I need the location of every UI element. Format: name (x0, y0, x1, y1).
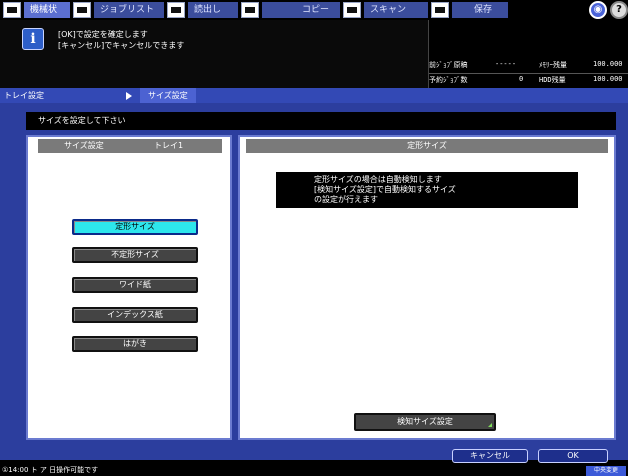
info-icon: i (22, 28, 44, 50)
tab-label: 読出し (188, 2, 238, 18)
standard-size-button[interactable]: 定形サイズ (72, 219, 198, 235)
tab-label: コピー (262, 2, 340, 18)
scan-icon (343, 2, 361, 18)
status-label: 予約ｼﾞｮﾌﾞ数 (429, 76, 468, 84)
tab-scan[interactable]: スキャン (340, 1, 428, 19)
info-note: 定形サイズの場合は自動検知します [検知サイズ設定]で自動検知するサイズ の設定… (276, 172, 578, 208)
note-line: 定形サイズの場合は自動検知します (314, 175, 442, 184)
help-icon[interactable]: ? (610, 1, 628, 19)
status-value: ----- (495, 60, 517, 68)
detect-size-setting-button[interactable]: 検知サイズ設定 (354, 413, 496, 431)
help-buttons: ◉ ? (586, 1, 628, 19)
tab-save[interactable]: 保存 (428, 1, 508, 19)
tab-job-list[interactable]: ジョブリスト (70, 1, 164, 19)
tab-label: 保存 (452, 2, 508, 18)
panel-title: サイズ設定 (64, 141, 104, 150)
tab-recall[interactable]: 読出し (164, 1, 238, 19)
note-line: [検知サイズ設定]で自動検知するサイズ (314, 185, 456, 194)
tab-label: 機械状態 (24, 2, 70, 31)
list-icon (73, 2, 91, 18)
instruction-text: サイズを設定して下さい (26, 112, 616, 130)
ok-button[interactable]: OK (538, 449, 608, 463)
panel-header: 定形サイズ (246, 139, 608, 153)
recall-icon (167, 2, 185, 18)
top-tab-bar: 機械状態 ジョブリスト 読出し コピー スキャン 保存 ◉ ? (0, 0, 628, 31)
panel-header: サイズ設定 トレイ1 (38, 139, 222, 153)
footer-badge: 中央変更 (586, 466, 626, 476)
footer-status: ①14:00 ト ア 日操作可能です (0, 464, 628, 476)
status-value: 100.000 (593, 75, 623, 83)
message-line: [キャンセル]でキャンセルできます (58, 41, 185, 50)
status-box: 前ｼﾞｮﾌﾞ原稿 ----- ﾒﾓﾘｰ残量 100.000 予約ｼﾞｮﾌﾞ数 0… (428, 20, 628, 88)
message-text: [OK]で設定を確定します [キャンセル]でキャンセルできます (58, 29, 184, 51)
message-line: [OK]で設定を確定します (58, 30, 148, 39)
cancel-button[interactable]: キャンセル (452, 449, 528, 463)
copy-icon (241, 2, 259, 18)
breadcrumb-current: サイズ設定 (140, 88, 196, 103)
breadcrumb: トレイ設定 サイズ設定 (0, 88, 628, 103)
tab-machine-status[interactable]: 機械状態 (0, 1, 70, 31)
volume-icon[interactable]: ◉ (589, 1, 607, 19)
tray-label: トレイ1 (154, 141, 184, 150)
message-area: i [OK]で設定を確定します [キャンセル]でキャンセルできます (0, 20, 428, 88)
standard-size-panel: 定形サイズ 定形サイズの場合は自動検知します [検知サイズ設定]で自動検知するサ… (238, 135, 616, 440)
note-line: の設定が行えます (314, 195, 378, 204)
status-label: ﾒﾓﾘｰ残量 (539, 61, 567, 69)
status-value: 100.000 (593, 60, 623, 68)
custom-size-button[interactable]: 不定形サイズ (72, 247, 198, 263)
machine-icon (3, 2, 21, 18)
postcard-button[interactable]: はがき (72, 336, 198, 352)
tab-label: ジョブリスト (94, 2, 164, 18)
status-row: 予約ｼﾞｮﾌﾞ数 0 HDD残量 100.000 (429, 73, 628, 84)
status-value: 0 (519, 75, 524, 83)
tab-label: スキャン (364, 2, 428, 18)
status-label: HDD残量 (539, 76, 566, 84)
save-icon (431, 2, 449, 18)
chevron-right-icon (126, 92, 132, 100)
action-bar (0, 446, 628, 460)
status-row: 前ｼﾞｮﾌﾞ原稿 ----- ﾒﾓﾘｰ残量 100.000 (429, 60, 628, 71)
status-label: 前ｼﾞｮﾌﾞ原稿 (429, 61, 468, 69)
breadcrumb-parent[interactable]: トレイ設定 (4, 90, 44, 101)
tab-copy[interactable]: コピー (238, 1, 340, 19)
index-paper-button[interactable]: インデックス紙 (72, 307, 198, 323)
wide-paper-button[interactable]: ワイド紙 (72, 277, 198, 293)
size-setting-panel: サイズ設定 トレイ1 定形サイズ 不定形サイズ ワイド紙 インデックス紙 はがき (26, 135, 232, 440)
